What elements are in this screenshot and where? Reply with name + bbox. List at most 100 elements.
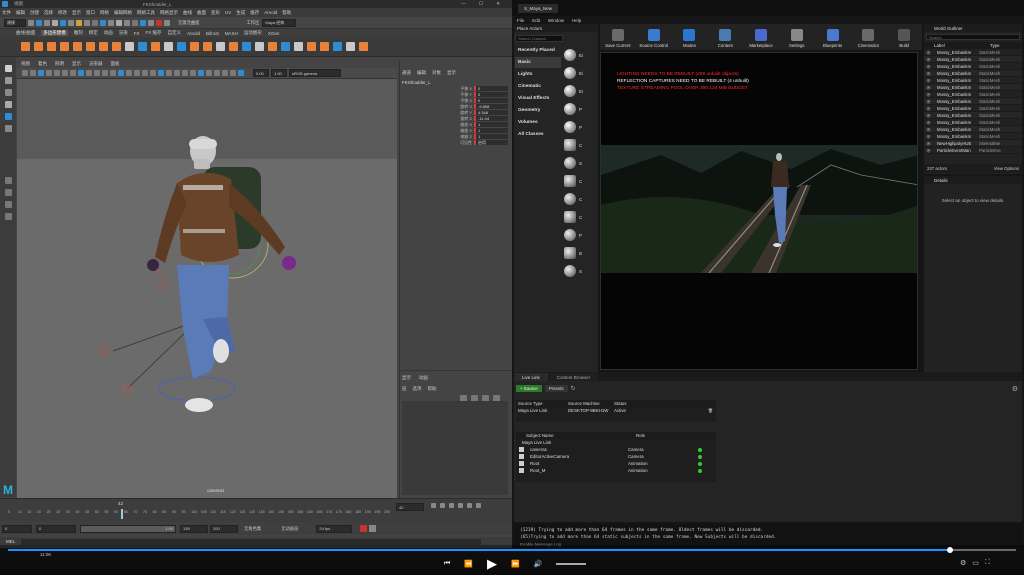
- source-column-header[interactable]: Source Type: [516, 401, 566, 406]
- attribute-value[interactable]: 1: [474, 128, 508, 134]
- ue-menu-item[interactable]: Edit: [532, 18, 540, 23]
- place-actor-item[interactable]: Ei: [564, 64, 596, 82]
- place-category[interactable]: All Classes: [515, 129, 561, 140]
- live-link-tab[interactable]: Live Link: [514, 373, 548, 381]
- place-category[interactable]: Cinematic: [515, 81, 561, 92]
- layer-menu-item[interactable]: 层: [402, 386, 407, 392]
- ue-menu-item[interactable]: Help: [572, 18, 581, 23]
- shelf-tool-icon[interactable]: [229, 42, 238, 51]
- shelf-tab[interactable]: FX 缓存: [146, 30, 162, 36]
- shelf-tool-icon[interactable]: [34, 42, 43, 51]
- layer-tab[interactable]: 显示: [402, 375, 411, 381]
- shelf-tool-icon[interactable]: [112, 42, 121, 51]
- rotate-tool-icon[interactable]: [4, 112, 12, 120]
- start-frame-field[interactable]: 0: [2, 524, 32, 533]
- maya-menu-item[interactable]: 曲面: [197, 10, 206, 16]
- viewport-tool-icon[interactable]: [222, 70, 228, 76]
- shelf-tab[interactable]: FX: [134, 31, 140, 36]
- visibility-eye-icon[interactable]: 👁: [924, 85, 933, 90]
- attribute-value[interactable]: -9.858: [474, 104, 508, 110]
- attribute-value[interactable]: 启用: [474, 140, 508, 146]
- subject-column-header[interactable]: Subject Name: [516, 433, 626, 438]
- viewport-menu-item[interactable]: 显示: [72, 61, 81, 67]
- maya-menu-item[interactable]: 文件: [2, 10, 11, 16]
- channel-attribute-row[interactable]: 平移 Z0: [456, 98, 508, 104]
- shelf-tab[interactable]: XGen: [268, 31, 280, 36]
- toolbar-button[interactable]: Content: [707, 29, 743, 48]
- place-actor-item[interactable]: Ei: [564, 82, 596, 100]
- viewport-tool-icon[interactable]: [166, 70, 172, 76]
- shelf-tool-icon[interactable]: [346, 42, 355, 51]
- go-start-icon[interactable]: [431, 503, 436, 508]
- place-category[interactable]: Visual Effects: [515, 93, 561, 104]
- status-tool-icon[interactable]: [108, 19, 114, 26]
- toolbar-button[interactable]: Source Control: [636, 29, 672, 48]
- place-actor-item[interactable]: C: [564, 208, 596, 226]
- visibility-eye-icon[interactable]: 👁: [924, 64, 933, 69]
- place-actor-item[interactable]: P: [564, 118, 596, 136]
- current-frame-field[interactable]: 42: [396, 503, 424, 511]
- maya-menu-item[interactable]: 编辑网格: [114, 10, 132, 16]
- place-actor-item[interactable]: C: [564, 172, 596, 190]
- viewport-menu-item[interactable]: 面板: [111, 61, 120, 67]
- scale-tool-icon[interactable]: [4, 124, 12, 132]
- refresh-icon[interactable]: ↻: [571, 385, 576, 392]
- color-space-dropdown[interactable]: sRGB gamma: [289, 69, 341, 77]
- go-end-icon[interactable]: [476, 503, 481, 508]
- shelf-tool-icon[interactable]: [60, 42, 69, 51]
- shelf-tool-icon[interactable]: [86, 42, 95, 51]
- viewport-tool-icon[interactable]: [150, 70, 156, 76]
- anim-layer-label[interactable]: 无动画层: [281, 526, 298, 532]
- attribute-value[interactable]: 0: [474, 86, 508, 92]
- viewport-tool-icon[interactable]: [198, 70, 204, 76]
- viewport-menu-item[interactable]: 视图: [21, 61, 30, 67]
- outliner-row[interactable]: 👁 Mossy_Embankm StaticMesh: [924, 91, 1022, 98]
- shelf-tool-icon[interactable]: [242, 42, 251, 51]
- exposure-field[interactable]: 0.00: [253, 69, 269, 77]
- maya-menu-item[interactable]: 生成: [236, 10, 245, 16]
- place-actor-item[interactable]: C: [564, 190, 596, 208]
- status-tool-icon[interactable]: [44, 19, 50, 26]
- viewport-tool-icon[interactable]: [206, 70, 212, 76]
- auto-key-icon[interactable]: [360, 525, 368, 532]
- workspace-dropdown[interactable]: Maya 经典: [262, 18, 297, 27]
- viewport-tool-icon[interactable]: [54, 70, 60, 76]
- viewport-tool-icon[interactable]: [174, 70, 180, 76]
- toolbar-button[interactable]: Settings: [779, 29, 815, 48]
- maya-menu-item[interactable]: 创建: [30, 10, 39, 16]
- maya-menu-item[interactable]: 编辑: [16, 10, 25, 16]
- subject-checkbox[interactable]: [519, 468, 524, 473]
- attribute-value[interactable]: 4.548: [474, 110, 508, 116]
- visibility-eye-icon[interactable]: 👁: [924, 134, 933, 139]
- gamma-field[interactable]: 1.00: [271, 69, 287, 77]
- time-slider[interactable]: 5 10 15 20 25 30 35 40 45 50 55 60 65 70 75 80 85 90 95 100…: [0, 498, 512, 522]
- maya-menu-item[interactable]: 帮助: [282, 10, 291, 16]
- place-actor-item[interactable]: C: [564, 136, 596, 154]
- outliner-col-label[interactable]: Label: [934, 43, 990, 48]
- channel-attribute-row[interactable]: 旋转 X -9.858: [456, 104, 508, 110]
- attribute-value[interactable]: 0: [474, 92, 508, 98]
- layer-menu-item[interactable]: 帮助: [428, 386, 437, 392]
- status-tool-icon[interactable]: [148, 19, 154, 26]
- maya-menu-item[interactable]: 修改: [58, 10, 67, 16]
- place-actor-item[interactable]: P: [564, 100, 596, 118]
- rewind-icon[interactable]: ⏪: [464, 560, 473, 568]
- add-source-button[interactable]: + Source: [516, 385, 542, 392]
- viewport-tool-icon[interactable]: [94, 70, 100, 76]
- subject-checkbox[interactable]: [519, 454, 524, 459]
- outliner-row[interactable]: 👁 Mossy_Embankm StaticMesh: [924, 126, 1022, 133]
- status-tool-icon[interactable]: [36, 19, 42, 26]
- shelf-tab[interactable]: 运动图形: [244, 30, 262, 36]
- character-set-label[interactable]: 无角色集: [244, 526, 261, 532]
- outliner-row[interactable]: 👁 Mossy_Embankm StaticMesh: [924, 133, 1022, 140]
- volume-icon[interactable]: 🔊: [534, 560, 543, 568]
- shelf-tool-icon[interactable]: [359, 42, 368, 51]
- viewport-tool-icon[interactable]: [102, 70, 108, 76]
- attribute-value[interactable]: 1: [474, 134, 508, 140]
- visibility-eye-icon[interactable]: 👁: [924, 50, 933, 55]
- shelf-tab[interactable]: MASH: [225, 31, 238, 36]
- maya-menu-item[interactable]: 选择: [44, 10, 53, 16]
- status-tool-icon[interactable]: [28, 19, 34, 26]
- delete-source-icon[interactable]: 🗑: [708, 408, 713, 413]
- outliner-row[interactable]: 👁 Mossy_Embankm StaticMesh: [924, 119, 1022, 126]
